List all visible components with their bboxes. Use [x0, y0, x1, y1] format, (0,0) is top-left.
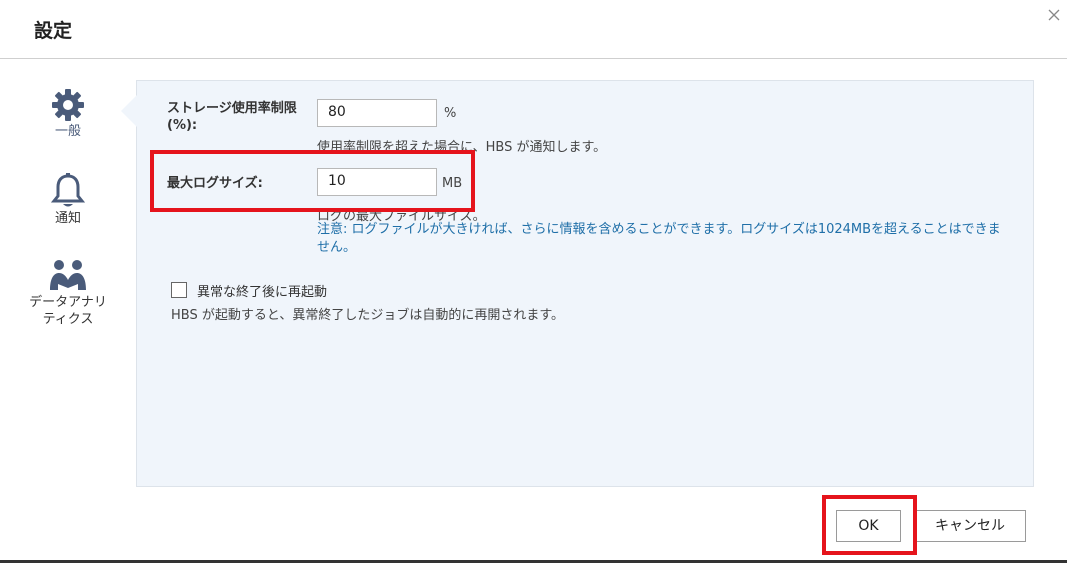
restart-checkbox[interactable] — [171, 282, 187, 298]
nav-item-general[interactable]: 一般 — [0, 87, 136, 140]
nav-label-general: 一般 — [54, 124, 81, 139]
nav-item-data-analytics[interactable]: データアナリ ティクス — [0, 258, 136, 328]
nav-label-analytics-line1: データアナリ — [29, 295, 107, 310]
dialog-title: 設定 — [34, 20, 73, 42]
people-icon — [50, 260, 86, 290]
storage-limit-input[interactable]: 80 — [317, 99, 437, 127]
title-bar: 設定 — [0, 0, 1067, 59]
storage-limit-unit: % — [444, 106, 457, 121]
bell-icon — [51, 173, 85, 207]
storage-limit-label-line1: ストレージ使用率制限 — [167, 101, 297, 116]
nav-label-analytics-line2: ティクス — [42, 312, 94, 327]
log-size-note-line2: せん。 — [317, 240, 357, 255]
nav-item-notification[interactable]: 通知 — [0, 172, 136, 227]
active-tab-pointer — [121, 95, 137, 127]
log-size-note: 注意: ログファイルが大きければ、さらに情報を含めることができます。ログサイズは… — [317, 221, 1017, 257]
ok-button-highlight — [822, 495, 917, 555]
close-button[interactable] — [1045, 6, 1063, 24]
restart-checkbox-label[interactable]: 異常な終了後に再起動 — [197, 281, 327, 300]
storage-limit-label: ストレージ使用率制限 (%): — [167, 100, 297, 134]
gear-icon — [52, 89, 84, 121]
log-size-note-line1: 注意: ログファイルが大きければ、さらに情報を含めることができます。ログサイズは… — [317, 222, 1001, 237]
storage-limit-label-line2: (%): — [167, 118, 198, 133]
close-icon — [1048, 9, 1060, 21]
restart-description: HBS が起動すると、異常終了したジョブは自動的に再開されます。 — [171, 308, 565, 323]
nav-label-notification: 通知 — [54, 211, 81, 226]
log-size-highlight — [150, 150, 475, 212]
cancel-button[interactable]: キャンセル — [914, 510, 1026, 542]
